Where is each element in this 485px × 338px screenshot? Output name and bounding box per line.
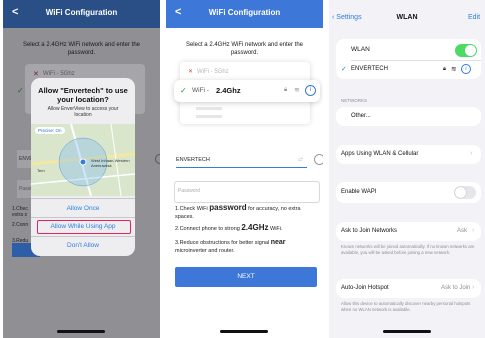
network-5g[interactable]: WiFi - 5Ghz (197, 69, 229, 75)
check-icon: ✓ (180, 86, 187, 95)
home-indicator (57, 330, 105, 333)
ask-join-label: Ask to Join Networks (341, 228, 398, 234)
radio-icon[interactable] (314, 154, 323, 165)
blur-line (196, 107, 222, 110)
allow-while-using-button[interactable]: Allow While Using App (31, 223, 135, 230)
chevron-right-icon: › (472, 227, 475, 234)
tip-2-bold: 2.4GHz (241, 223, 269, 232)
allow-once-button[interactable]: Allow Once (31, 205, 135, 212)
x-icon: ✕ (188, 69, 194, 75)
tip-2-text-end: WiFi. (268, 226, 283, 232)
ssid-underline (176, 167, 307, 168)
auto-join-label: Auto-Join Hotspot (341, 285, 389, 291)
instruction-text: Select a 2.4GHz WiFi network and enter t… (185, 42, 304, 56)
wlan-label: WLAN (351, 46, 370, 53)
instruction-text: Select a 2.4GHz WiFi network and enter t… (22, 42, 141, 56)
edit-button[interactable]: Edit (468, 14, 480, 21)
dialog-title: Allow "Envertech" to use your location? (38, 86, 128, 104)
home-indicator (383, 330, 431, 333)
map-label-2: Tern (37, 168, 45, 173)
network-24g-prefix: WiFi - (192, 87, 209, 94)
auto-join-value: Ask to Join (441, 285, 471, 291)
divider (351, 60, 481, 61)
check-icon: ✓ (341, 66, 347, 73)
wifi-icon: ≋ (451, 66, 457, 73)
precise-toggle[interactable]: Precise: On (35, 127, 65, 134)
apps-using-row[interactable]: Apps Using WLAN & Cellular › (336, 145, 481, 164)
tip-3-text-end: microinverter and router. (175, 248, 235, 254)
auto-join-description: Allow this device to automatically disco… (341, 301, 471, 312)
panel-wlan-settings: ‹ Settings WLAN Edit WLAN ✓ ENVERTECH 🔒︎… (329, 0, 485, 338)
tip-2: 2.Connect phone to strong 2.4GHz WiFi. (175, 224, 316, 233)
swap-icon[interactable]: ⇄ (298, 156, 303, 163)
password-placeholder: Password (178, 188, 200, 194)
next-button-label: NEXT (237, 273, 255, 280)
tip-1: 1.Check WiFi password for accuracy, no e… (175, 204, 316, 221)
wlan-card: WLAN ✓ ENVERTECH 🔒︎ ≋ i (336, 39, 481, 79)
wlan-toggle[interactable] (455, 44, 477, 57)
lock-icon: 🔒︎ (284, 87, 288, 93)
toggle-knob (455, 187, 466, 198)
info-icon[interactable]: i (305, 85, 316, 96)
connected-network[interactable]: ENVERTECH (351, 66, 388, 72)
divider (31, 198, 135, 199)
dont-allow-button[interactable]: Don't Allow (31, 242, 135, 249)
wapi-row: Enable WAPI (336, 182, 481, 203)
check-icon: ✓ (17, 86, 24, 95)
info-icon[interactable]: i (461, 64, 471, 74)
map-label: West Inhaan-Western Anenuwesk (91, 158, 130, 168)
network-24g-row[interactable]: ✓ WiFi - 2.4Ghz 🔒︎ ≋ i (174, 80, 320, 102)
home-indicator (220, 330, 268, 333)
location-dialog: Allow "Envertech" to use your location? … (31, 78, 135, 256)
other-network-row[interactable]: Other... (336, 107, 481, 126)
lock-icon: 🔒︎ (443, 66, 446, 72)
x-icon: ✕ (33, 71, 39, 78)
toggle-knob (465, 45, 476, 56)
network-5g[interactable]: WiFi - 5Ghz (43, 71, 75, 77)
panel-wifi-configuration: < WiFi Configuration Select a 2.4GHz WiF… (166, 0, 323, 338)
wifi-icon: ≋ (294, 87, 300, 94)
divider (31, 236, 135, 237)
divider (31, 217, 135, 218)
page-title: WiFi Configuration (45, 8, 118, 17)
dialog-message: Allow EnverView to access your location (47, 106, 119, 118)
tip-2-text: 2.Connect phone to strong (175, 226, 242, 232)
ssid-value[interactable]: ENVERTECH (176, 157, 210, 163)
auto-join-row[interactable]: Auto-Join Hotspot Ask to Join › (336, 279, 481, 298)
other-label: Other... (351, 113, 371, 119)
chevron-right-icon: › (470, 150, 473, 157)
step2: 2.Conn (12, 222, 29, 228)
wapi-label: Enable WAPI (341, 189, 377, 195)
tip-1-bold: password (209, 203, 247, 212)
wapi-toggle[interactable] (454, 186, 476, 199)
page-title: WiFi Configuration (208, 8, 281, 17)
ask-join-description: Known networks will be joined automatica… (341, 244, 475, 255)
chevron-right-icon: › (472, 284, 475, 291)
apps-using-label: Apps Using WLAN & Cellular (341, 151, 419, 157)
step1b: extra s (12, 212, 28, 218)
blur-line (196, 115, 222, 118)
map-preview: Precise: On West Inhaan-Western Anenuwes… (31, 124, 135, 196)
ask-join-row[interactable]: Ask to Join Networks Ask › (336, 222, 481, 241)
panel-location-permission: < WiFi Configuration Select a 2.4GHz WiF… (3, 0, 160, 338)
networks-header: NETWORKS (341, 98, 368, 103)
next-button[interactable]: NEXT (175, 267, 317, 287)
page-title: WLAN (396, 14, 418, 21)
tip-1-text: 1.Check WiFi (175, 206, 210, 212)
tip-3-bold: near (270, 239, 286, 246)
ask-join-value: Ask (457, 228, 468, 234)
tip-3-text: 3.Reduce obstructions for better signal (175, 240, 271, 246)
tip-3: 3.Reduce obstructions for better signal … (175, 239, 316, 255)
radio-icon[interactable] (155, 154, 160, 164)
network-24g-name: 2.4Ghz (216, 86, 241, 95)
